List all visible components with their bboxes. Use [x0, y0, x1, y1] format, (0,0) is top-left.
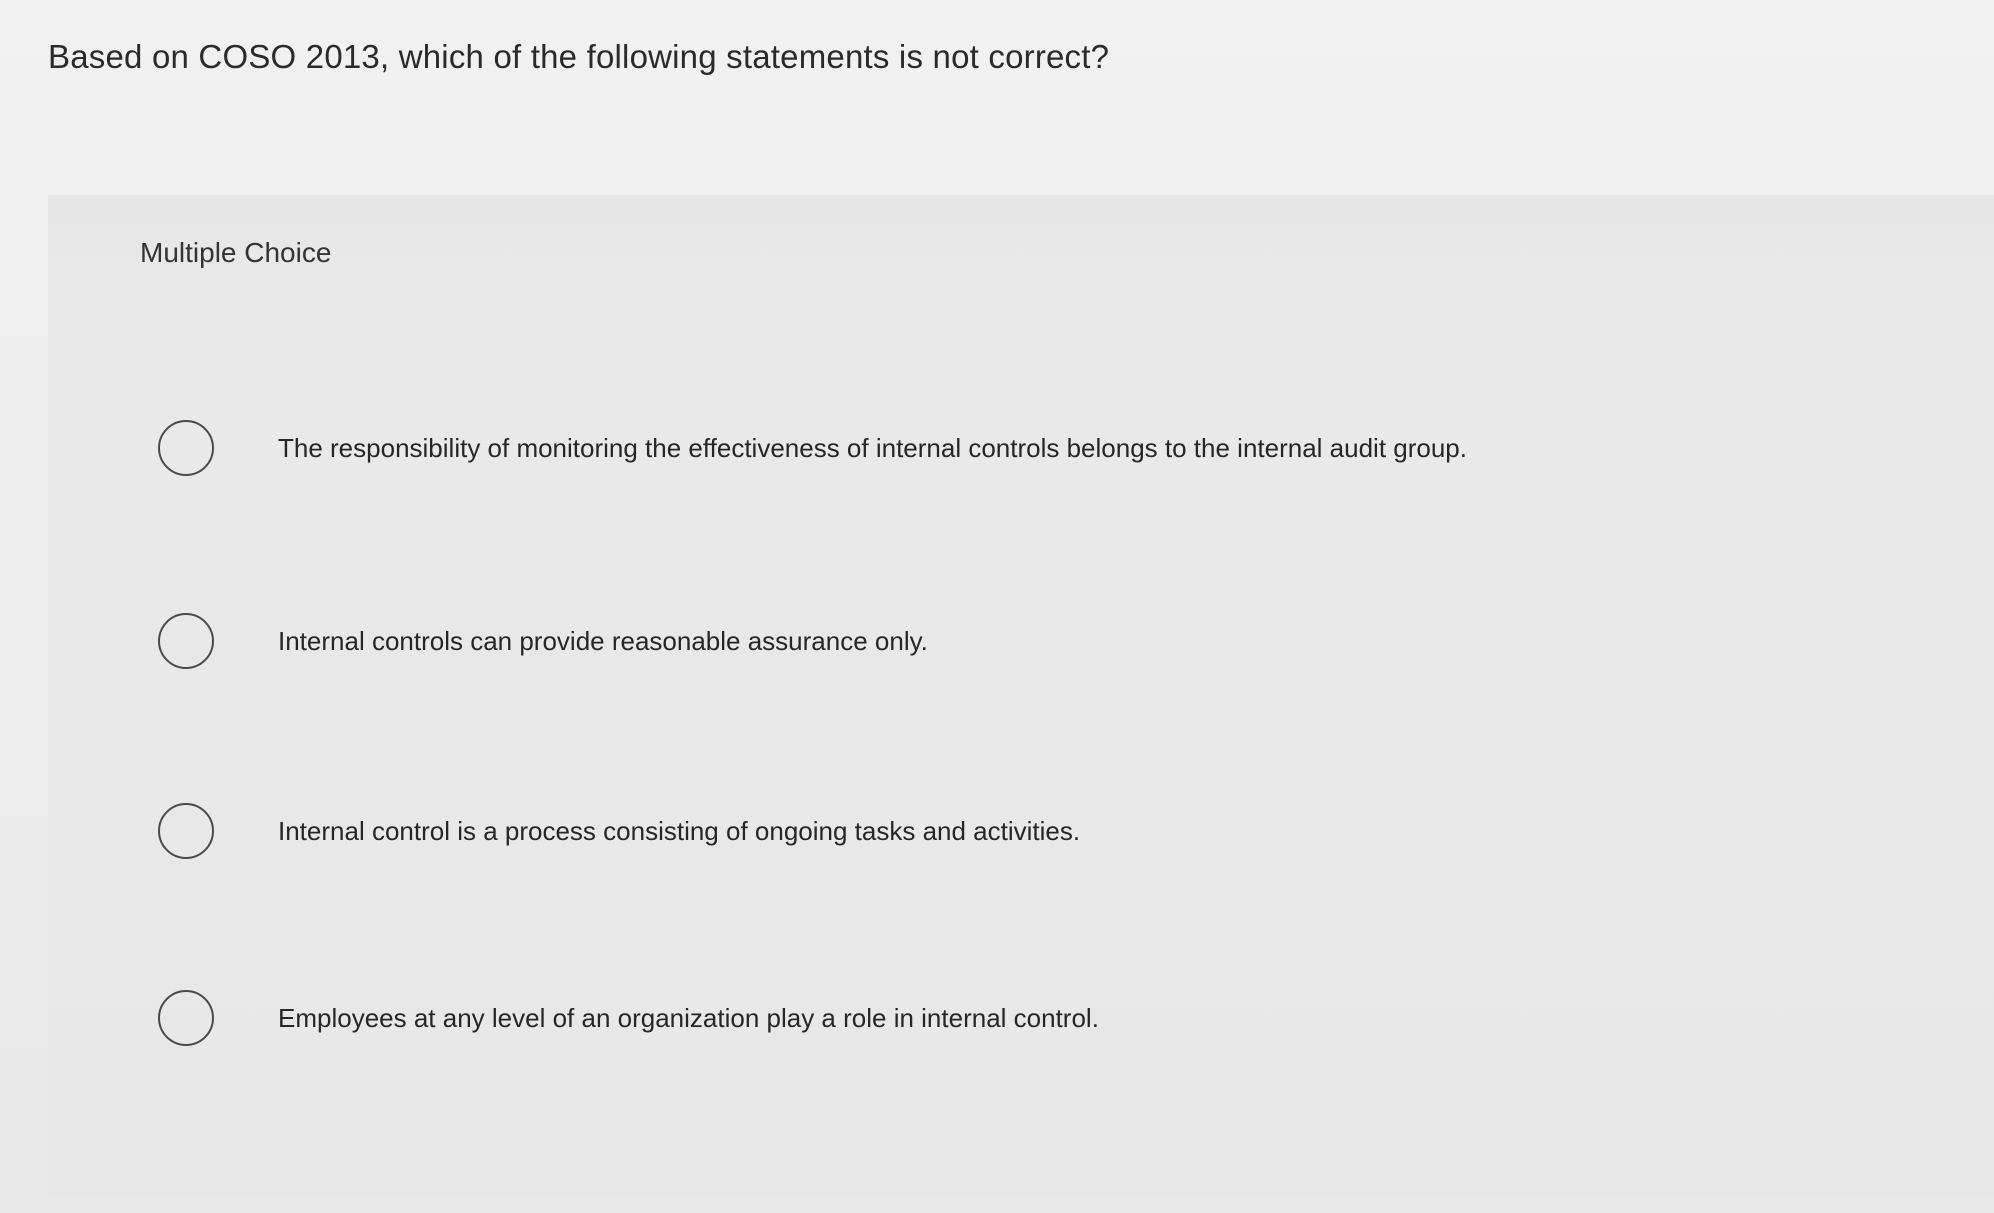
- answer-option-3[interactable]: Internal control is a process consisting…: [158, 803, 1080, 859]
- answer-option-text: Employees at any level of an organizatio…: [278, 1002, 1099, 1033]
- multiple-choice-panel: Multiple Choice The responsibility of mo…: [48, 195, 1994, 1195]
- answer-option-2[interactable]: Internal controls can provide reasonable…: [158, 613, 928, 669]
- radio-button[interactable]: [158, 803, 214, 859]
- answer-option-1[interactable]: The responsibility of monitoring the eff…: [158, 420, 1467, 476]
- radio-button[interactable]: [158, 420, 214, 476]
- answer-option-4[interactable]: Employees at any level of an organizatio…: [158, 990, 1099, 1046]
- answer-option-text: Internal controls can provide reasonable…: [278, 625, 928, 656]
- question-text: Based on COSO 2013, which of the followi…: [48, 38, 1110, 75]
- radio-button[interactable]: [158, 613, 214, 669]
- radio-button[interactable]: [158, 990, 214, 1046]
- answer-option-text: The responsibility of monitoring the eff…: [278, 432, 1467, 463]
- answer-option-text: Internal control is a process consisting…: [278, 815, 1081, 846]
- multiple-choice-label: Multiple Choice: [140, 237, 332, 268]
